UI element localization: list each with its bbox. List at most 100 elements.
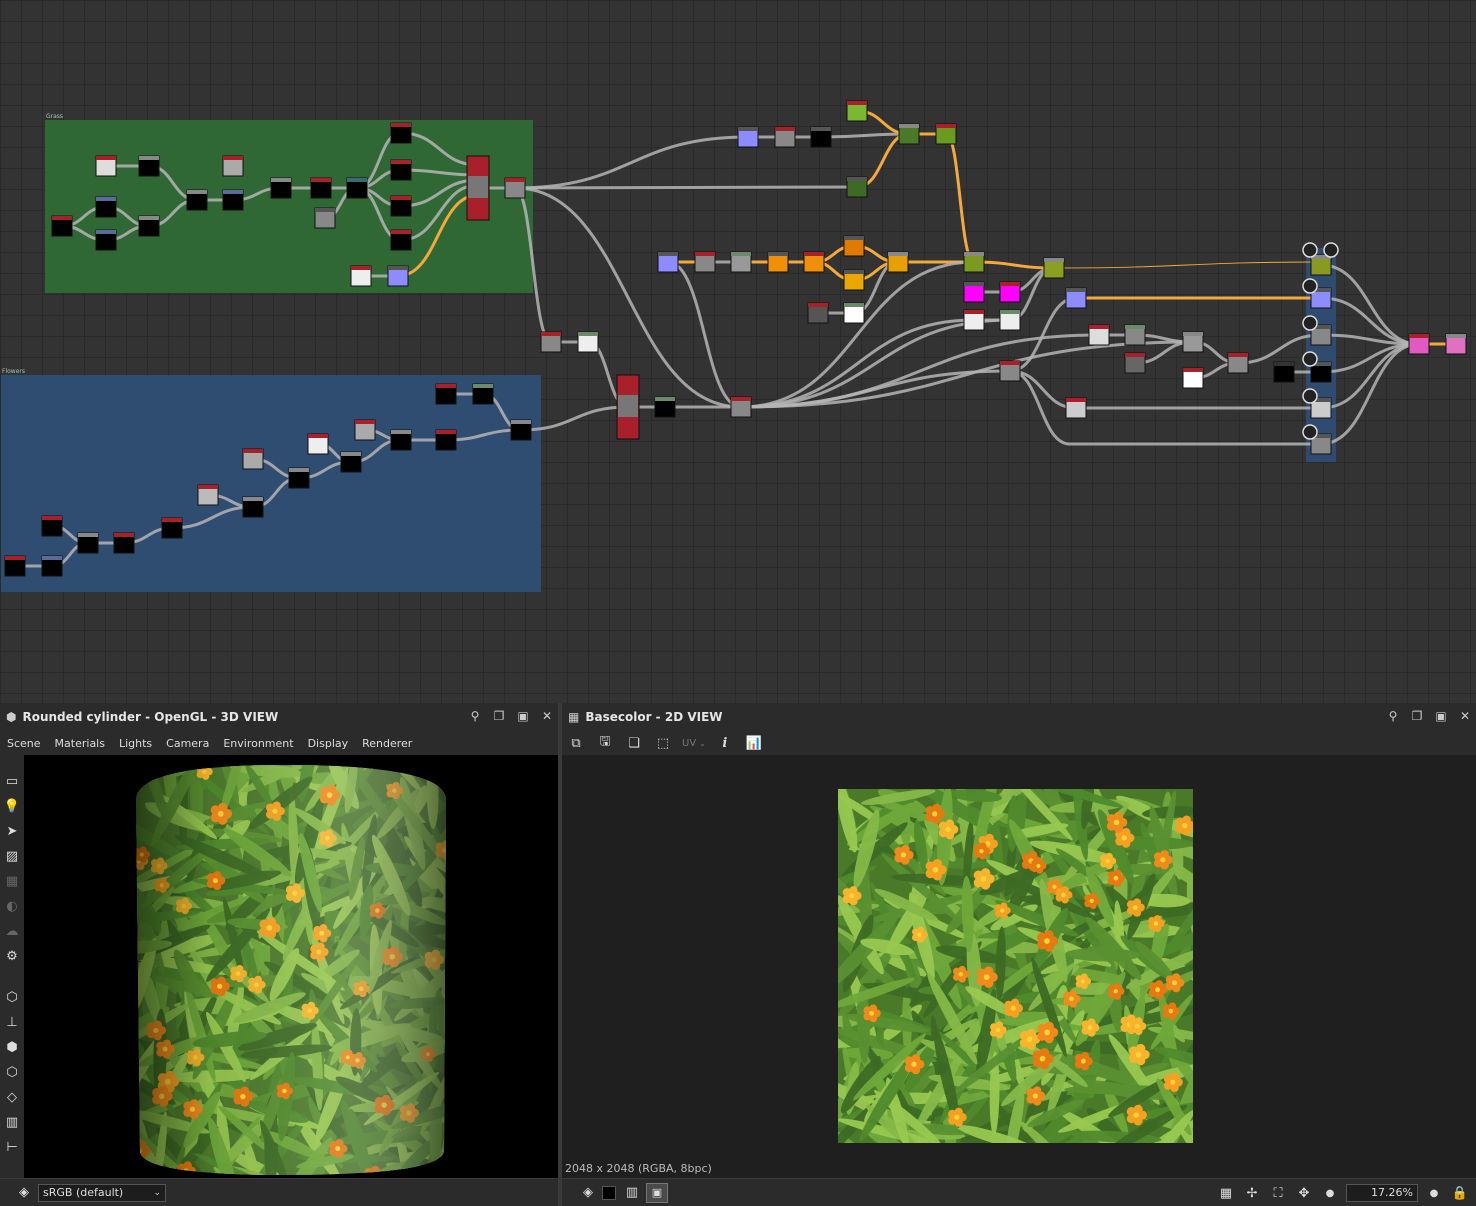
graph-node[interactable]: [774, 126, 796, 148]
output-icon[interactable]: [1302, 315, 1318, 331]
graph-node[interactable]: [1124, 324, 1146, 346]
graph-node[interactable]: [730, 251, 752, 273]
tiling-icon[interactable]: ▥: [622, 1183, 642, 1203]
float-icon[interactable]: ❐: [492, 709, 506, 723]
graph-node[interactable]: [350, 265, 372, 287]
graph-node[interactable]: [270, 177, 292, 199]
lock-icon[interactable]: 🔒: [1450, 1183, 1470, 1203]
graph-node[interactable]: [390, 122, 412, 144]
graph-node[interactable]: [354, 419, 376, 441]
graph-canvas[interactable]: Grass Flowers: [0, 0, 1476, 703]
graph-node[interactable]: [510, 419, 532, 441]
graph-node[interactable]: [1065, 287, 1087, 309]
graph-node[interactable]: [51, 215, 73, 237]
box-wire-icon[interactable]: ⬡: [2, 987, 22, 1007]
graph-node[interactable]: [161, 517, 183, 539]
graph-node[interactable]: [4, 555, 26, 577]
graph-node[interactable]: [390, 195, 412, 217]
blend-node[interactable]: [466, 155, 490, 221]
graph-node[interactable]: [999, 281, 1021, 303]
output-icon[interactable]: [1302, 388, 1318, 404]
menu-renderer[interactable]: Renderer: [355, 737, 419, 750]
black-swatch[interactable]: [602, 1185, 616, 1200]
graph-node[interactable]: [846, 100, 868, 122]
menu-camera[interactable]: Camera: [159, 737, 216, 750]
graph-node[interactable]: [807, 302, 829, 324]
graph-node[interactable]: [41, 555, 63, 577]
graph-node[interactable]: [737, 126, 759, 148]
zoom-field[interactable]: 17.26%: [1346, 1184, 1418, 1202]
graph-node[interactable]: [1310, 254, 1332, 276]
output-icon[interactable]: [1302, 242, 1318, 258]
camera-icon[interactable]: ▭: [2, 771, 22, 791]
graph-node[interactable]: [138, 215, 160, 237]
graph-node[interactable]: [963, 251, 985, 273]
graph-node[interactable]: [1445, 333, 1467, 355]
output-icon[interactable]: [1323, 242, 1339, 258]
graph-node[interactable]: [242, 448, 264, 470]
graph-node[interactable]: [390, 229, 412, 251]
save-icon[interactable]: 🖫: [595, 733, 615, 753]
graph-node[interactable]: [186, 189, 208, 211]
graph-node[interactable]: [288, 467, 310, 489]
graph-node[interactable]: [346, 177, 368, 199]
graph-node[interactable]: [1227, 352, 1249, 374]
graph-node[interactable]: [1408, 333, 1430, 355]
graph-node[interactable]: [730, 396, 752, 418]
close-icon[interactable]: ✕: [1458, 709, 1472, 723]
grass-frame[interactable]: [45, 120, 533, 293]
graph-node[interactable]: [803, 251, 825, 273]
graph-node[interactable]: [1043, 257, 1065, 279]
graph-node[interactable]: [963, 309, 985, 331]
blend-node[interactable]: [616, 374, 640, 440]
graph-node[interactable]: [1065, 397, 1087, 419]
menu-environment[interactable]: Environment: [216, 737, 300, 750]
viewport-3d[interactable]: [24, 755, 558, 1178]
graph-node[interactable]: [242, 496, 264, 518]
graph-node[interactable]: [41, 515, 63, 537]
grid-icon[interactable]: ▦: [1216, 1183, 1236, 1203]
graph-node[interactable]: [999, 309, 1021, 331]
graph-node[interactable]: [1182, 367, 1204, 389]
copy-icon[interactable]: ❏: [624, 733, 644, 753]
zoom-out-icon[interactable]: ●: [1320, 1183, 1340, 1203]
output-icon[interactable]: [1302, 278, 1318, 294]
maximize-icon[interactable]: ▣: [1434, 709, 1448, 723]
output-icon[interactable]: [1302, 351, 1318, 367]
grid-icon[interactable]: ▦: [2, 871, 22, 891]
graph-node[interactable]: [387, 265, 409, 287]
graph-node[interactable]: [999, 360, 1021, 382]
chart-icon[interactable]: ▥: [2, 1112, 22, 1132]
uv-chevron-icon[interactable]: ⌄: [699, 739, 706, 748]
cube-icon[interactable]: ⬢: [2, 1037, 22, 1057]
graph-node[interactable]: [113, 532, 135, 554]
settings-icon[interactable]: ⚙: [2, 946, 22, 966]
graph-node[interactable]: [1124, 352, 1146, 374]
output-icon[interactable]: [1302, 424, 1318, 440]
layers-icon[interactable]: ◇: [2, 1087, 22, 1107]
graph-node[interactable]: [654, 396, 676, 418]
light-icon[interactable]: 💡: [2, 796, 22, 816]
graph-node[interactable]: [138, 155, 160, 177]
graph-svg[interactable]: [0, 0, 1476, 703]
shadow-icon[interactable]: ◐: [2, 896, 22, 916]
axis-icon[interactable]: ⊥: [2, 1012, 22, 1032]
graph-node[interactable]: [1088, 324, 1110, 346]
graph-node[interactable]: [222, 189, 244, 211]
graph-node[interactable]: [77, 532, 99, 554]
graph-node[interactable]: [197, 484, 219, 506]
graph-node[interactable]: [843, 302, 865, 324]
close-icon[interactable]: ✕: [540, 709, 554, 723]
graph-node[interactable]: [846, 176, 868, 198]
tree-icon[interactable]: ⊢: [2, 1137, 22, 1157]
graph-node[interactable]: [435, 383, 457, 405]
pin-icon[interactable]: ⚲: [468, 709, 482, 723]
graph-node[interactable]: [843, 269, 865, 291]
uv-button[interactable]: UV: [682, 738, 696, 749]
viewport-2d[interactable]: 2048 x 2048 (RGBA, 8bpc): [562, 755, 1476, 1178]
zoom-in-icon[interactable]: ●: [1424, 1183, 1444, 1203]
graph-node[interactable]: [340, 451, 362, 473]
graph-node[interactable]: [222, 155, 244, 177]
pin-icon[interactable]: ⚲: [1386, 709, 1400, 723]
info-icon[interactable]: i: [715, 733, 735, 753]
